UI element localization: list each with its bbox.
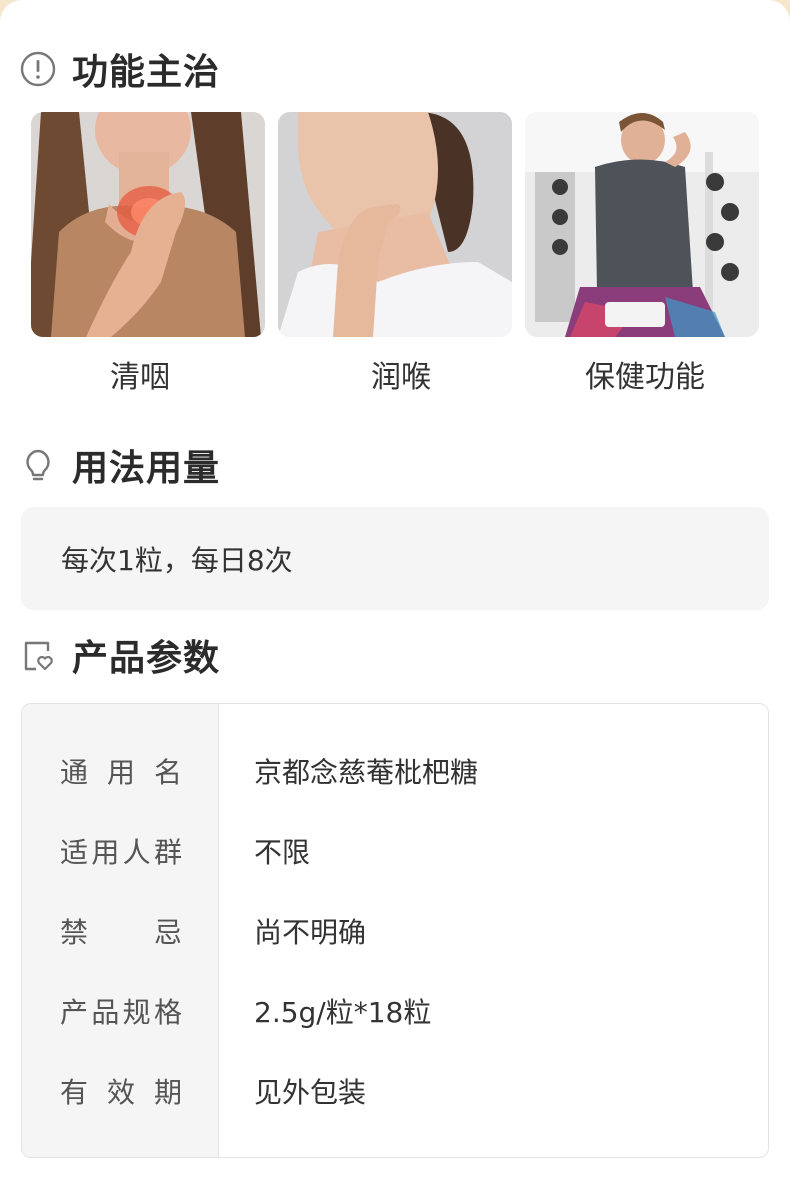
woman-touching-neck-photo (278, 112, 512, 337)
section-header-params: 产品参数 (20, 630, 220, 680)
section-title: 用法用量 (72, 448, 221, 489)
woman-tired-at-gym-photo (525, 112, 759, 337)
params-table: 通用名 京都念慈菴枇杷糖 适用人群 不限 禁忌 尚不明确 产品规格 2.5g/粒… (21, 703, 769, 1158)
usage-panel: 每次1粒，每日8次 (21, 507, 769, 610)
params-row: 有效期 见外包装 (22, 1071, 768, 1111)
lightbulb-icon (20, 447, 56, 483)
param-value: 尚不明确 (254, 916, 367, 949)
section-header-usage: 用法用量 (20, 440, 220, 490)
section-title: 功能主治 (72, 52, 221, 93)
param-value: 京都念慈菴枇杷糖 (254, 756, 479, 789)
param-value: 2.5g/粒*18粒 (254, 996, 432, 1029)
params-row: 产品规格 2.5g/粒*18粒 (22, 991, 768, 1031)
params-row: 通用名 京都念慈菴枇杷糖 (22, 751, 768, 791)
param-value: 不限 (254, 836, 311, 869)
param-label: 禁忌 (60, 916, 182, 949)
document-heart-icon (20, 637, 56, 673)
function-caption: 清咽 (110, 360, 170, 395)
function-caption: 保健功能 (585, 360, 705, 395)
param-label: 适用人群 (60, 836, 182, 869)
product-detail-card: 功能主治 清咽 润喉 保健功能 用法用量 每次1粒，每日8次 产品参数 通用名 … (0, 0, 790, 1187)
params-row: 禁忌 尚不明确 (22, 911, 768, 951)
param-label: 通用名 (60, 756, 182, 789)
params-row: 适用人群 不限 (22, 831, 768, 871)
section-header-function: 功能主治 (20, 44, 220, 94)
info-circle-icon (20, 51, 56, 87)
function-photo-row (31, 112, 759, 337)
param-value: 见外包装 (254, 1076, 367, 1109)
woman-throat-pain-photo (31, 112, 265, 337)
function-caption: 润喉 (371, 360, 431, 395)
param-label: 有效期 (60, 1076, 182, 1109)
section-title: 产品参数 (72, 638, 221, 679)
usage-text: 每次1粒，每日8次 (61, 543, 293, 577)
param-label: 产品规格 (60, 996, 182, 1029)
